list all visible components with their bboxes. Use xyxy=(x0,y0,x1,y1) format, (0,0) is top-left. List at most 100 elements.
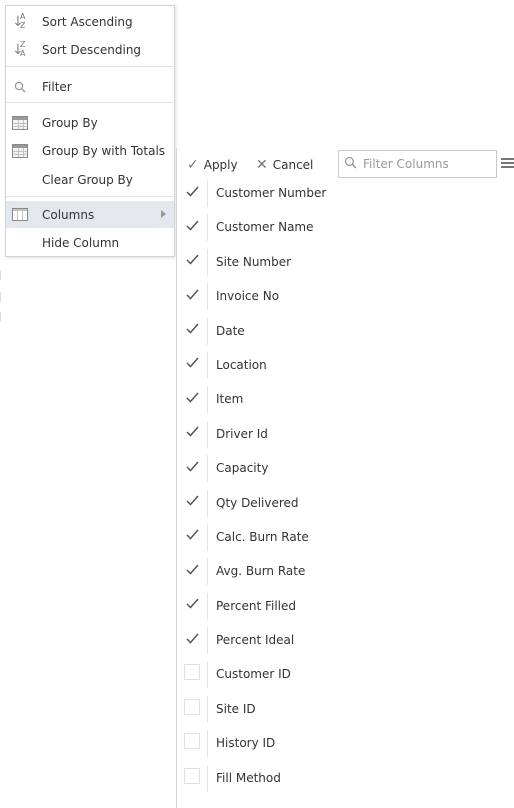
column-label: Location xyxy=(216,357,267,372)
column-checkbox[interactable] xyxy=(184,664,200,681)
columns-panel: ✓ Apply ✕ Cancel Customer NumberCustomer… xyxy=(176,148,514,808)
column-label: Date xyxy=(216,323,245,338)
column-divider xyxy=(207,180,208,207)
clear-group-by-item[interactable]: Clear Group By xyxy=(6,166,174,193)
menu-item-label: Group By with Totals xyxy=(42,143,166,158)
cancel-button[interactable]: ✕ Cancel xyxy=(256,157,313,173)
filter-item[interactable]: Filter xyxy=(6,73,174,100)
column-label: Site ID xyxy=(216,701,256,716)
column-row[interactable]: Location xyxy=(177,351,514,389)
sort-descending-item[interactable]: ↓ Z A Sort Descending xyxy=(6,36,174,63)
column-checkbox[interactable] xyxy=(184,526,200,543)
column-row[interactable]: Percent Filled xyxy=(177,592,514,630)
column-row[interactable]: Customer Number xyxy=(177,180,514,217)
column-divider xyxy=(207,317,208,345)
column-row[interactable]: Date xyxy=(177,317,514,355)
column-divider xyxy=(207,420,208,448)
column-row[interactable]: Item xyxy=(177,386,514,423)
column-list: Customer Number Customer Name Site Number I… xyxy=(177,180,514,802)
column-row[interactable]: Invoice No xyxy=(177,283,514,320)
column-checkbox[interactable] xyxy=(184,595,200,612)
column-row[interactable]: Driver Id xyxy=(177,420,514,458)
column-divider xyxy=(207,695,208,723)
column-checkbox[interactable] xyxy=(184,251,200,268)
column-divider xyxy=(207,386,208,414)
column-checkbox[interactable] xyxy=(184,630,200,647)
column-row[interactable]: Percent Ideal xyxy=(177,627,514,664)
group-by-item[interactable]: Group By xyxy=(6,109,174,136)
column-label: Percent Ideal xyxy=(216,633,295,648)
column-label: Avg. Burn Rate xyxy=(216,564,306,579)
column-label: Customer Name xyxy=(216,220,314,235)
menu-item-label: Filter xyxy=(42,79,72,94)
column-divider xyxy=(207,661,208,689)
column-checkbox[interactable] xyxy=(184,423,200,440)
menu-divider xyxy=(6,102,174,103)
menu-item-label: Group By xyxy=(42,115,98,130)
apply-label: Apply xyxy=(203,158,238,172)
grid-icon xyxy=(11,142,29,160)
column-label: Site Number xyxy=(216,254,292,269)
column-checkbox[interactable] xyxy=(184,389,200,406)
column-label: Customer ID xyxy=(216,667,291,682)
column-checkbox[interactable] xyxy=(184,217,200,234)
column-label: Item xyxy=(216,392,244,407)
column-row[interactable]: Site ID xyxy=(177,695,514,733)
column-divider xyxy=(207,455,208,483)
column-divider xyxy=(207,558,208,586)
filter-columns-box xyxy=(338,150,497,178)
column-checkbox[interactable] xyxy=(184,492,200,509)
edge-divider xyxy=(0,292,1,302)
column-label: Invoice No xyxy=(216,289,280,304)
column-checkbox[interactable] xyxy=(184,183,200,199)
apply-button[interactable]: ✓ Apply xyxy=(187,157,238,173)
column-divider xyxy=(207,627,208,655)
column-divider xyxy=(207,523,208,551)
edge-divider xyxy=(0,312,1,322)
column-row[interactable]: Site Number xyxy=(177,248,514,286)
column-checkbox[interactable] xyxy=(184,698,200,715)
column-checkbox[interactable] xyxy=(184,767,200,784)
column-checkbox[interactable] xyxy=(184,733,200,750)
column-label: History ID xyxy=(216,736,276,751)
hide-column-item[interactable]: Hide Column xyxy=(6,229,174,256)
menu-item-label: Hide Column xyxy=(42,235,120,250)
menu-divider xyxy=(6,196,174,197)
edge-divider xyxy=(0,270,1,280)
column-checkbox[interactable] xyxy=(184,354,200,371)
group-by-with-totals-item[interactable]: Group By with Totals xyxy=(6,137,174,164)
column-row[interactable]: Qty Delivered xyxy=(177,489,514,527)
filter-columns-input[interactable] xyxy=(363,155,491,173)
columns-item[interactable]: Columns xyxy=(6,201,174,228)
submenu-arrow-icon xyxy=(161,210,166,218)
menu-divider xyxy=(6,66,174,67)
column-row[interactable]: Customer ID xyxy=(177,661,514,698)
column-checkbox[interactable] xyxy=(184,458,200,475)
check-icon: ✓ xyxy=(187,157,199,173)
column-row[interactable]: Capacity xyxy=(177,455,514,492)
column-checkbox[interactable] xyxy=(184,286,200,303)
column-divider xyxy=(207,283,208,311)
column-row[interactable]: Fill Method xyxy=(177,764,514,802)
column-label: Calc. Burn Rate xyxy=(216,529,309,544)
column-checkbox[interactable] xyxy=(184,561,200,578)
search-icon xyxy=(11,78,29,96)
column-row[interactable]: History ID xyxy=(177,730,514,767)
column-row[interactable]: Customer Name xyxy=(177,214,514,251)
column-context-menu: ↓ A Z Sort Ascending ↓ Z A Sort Descendi… xyxy=(5,5,175,257)
column-row[interactable]: Calc. Burn Rate xyxy=(177,523,514,561)
sort-ascending-item[interactable]: ↓ A Z Sort Ascending xyxy=(6,8,174,35)
menu-item-label: Sort Ascending xyxy=(42,14,133,29)
close-icon: ✕ xyxy=(256,157,268,173)
sort-descending-icon: ↓ Z A xyxy=(12,39,26,58)
hamburger-menu-icon[interactable] xyxy=(501,158,514,169)
column-checkbox[interactable] xyxy=(184,320,200,337)
menu-item-label: Columns xyxy=(42,207,95,222)
column-row[interactable]: Avg. Burn Rate xyxy=(177,558,514,595)
column-label: Qty Delivered xyxy=(216,495,299,510)
column-divider xyxy=(207,764,208,792)
column-divider xyxy=(207,592,208,620)
column-label: Customer Number xyxy=(216,186,327,200)
menu-item-label: Clear Group By xyxy=(42,172,133,187)
column-divider xyxy=(207,489,208,517)
